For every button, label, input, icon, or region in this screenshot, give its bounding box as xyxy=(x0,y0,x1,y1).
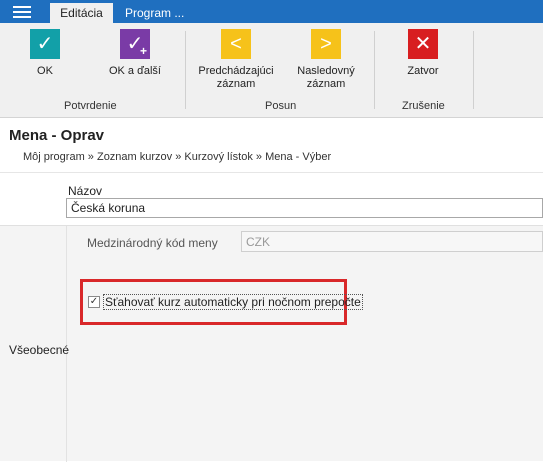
name-input[interactable]: Česká koruna xyxy=(66,198,543,218)
page-title: Mena - Oprav xyxy=(9,127,105,144)
auto-download-checkbox[interactable]: ✓ xyxy=(88,296,100,308)
ribbon-separator xyxy=(473,31,474,109)
top-bar: Editácia Program ... xyxy=(0,0,543,23)
general-section xyxy=(0,225,543,462)
hamburger-menu-icon[interactable] xyxy=(0,0,44,23)
auto-download-row[interactable]: ✓ Sťahovať kurz automaticky pri nočnom p… xyxy=(88,294,363,310)
next-record-label-2: záznam xyxy=(306,78,346,90)
ok-button-label: OK xyxy=(37,65,53,77)
auto-download-label[interactable]: Sťahovať kurz automaticky pri nočnom pre… xyxy=(103,294,363,310)
previous-record-label-1: Predchádzajúci xyxy=(198,65,274,77)
close-icon: ✕ xyxy=(408,29,438,59)
group-label-potvrdenie: Potvrdenie xyxy=(64,100,117,112)
chevron-right-icon: > xyxy=(311,29,341,59)
check-plus-icon: ✓ + xyxy=(120,29,150,59)
ribbon-separator xyxy=(374,31,375,109)
currency-code-label: Medzinárodný kód meny xyxy=(87,236,218,250)
group-label-zrusenie: Zrušenie xyxy=(402,100,445,112)
close-button[interactable]: ✕ Zatvor xyxy=(403,29,443,78)
tab-program[interactable]: Program ... xyxy=(114,3,195,23)
breadcrumb[interactable]: Môj program » Zoznam kurzov » Kurzový lí… xyxy=(23,151,331,163)
previous-record-label-2: záznam xyxy=(216,78,256,90)
ok-and-next-button[interactable]: ✓ + OK a ďalší xyxy=(104,29,166,78)
next-record-label-1: Nasledovný xyxy=(297,65,355,77)
currency-code-input[interactable]: CZK xyxy=(241,231,543,252)
name-label: Názov xyxy=(68,184,103,198)
check-icon: ✓ xyxy=(30,29,60,59)
ribbon: ✓ OK ✓ + OK a ďalší Potvrdenie < Predchád… xyxy=(0,23,543,118)
previous-record-button[interactable]: < Predchádzajúci záznam xyxy=(196,29,276,91)
ok-and-next-button-label: OK a ďalší xyxy=(108,65,161,77)
group-label-posun: Posun xyxy=(265,100,297,112)
ribbon-separator xyxy=(185,31,186,109)
divider xyxy=(0,172,543,173)
tab-editacia[interactable]: Editácia xyxy=(50,3,113,23)
ok-button[interactable]: ✓ OK xyxy=(29,29,61,78)
chevron-left-icon: < xyxy=(221,29,251,59)
next-record-button[interactable]: > Nasledovný záznam xyxy=(292,29,360,91)
close-button-label: Zatvor xyxy=(407,65,439,77)
section-label-general: Všeobecné xyxy=(9,343,70,357)
